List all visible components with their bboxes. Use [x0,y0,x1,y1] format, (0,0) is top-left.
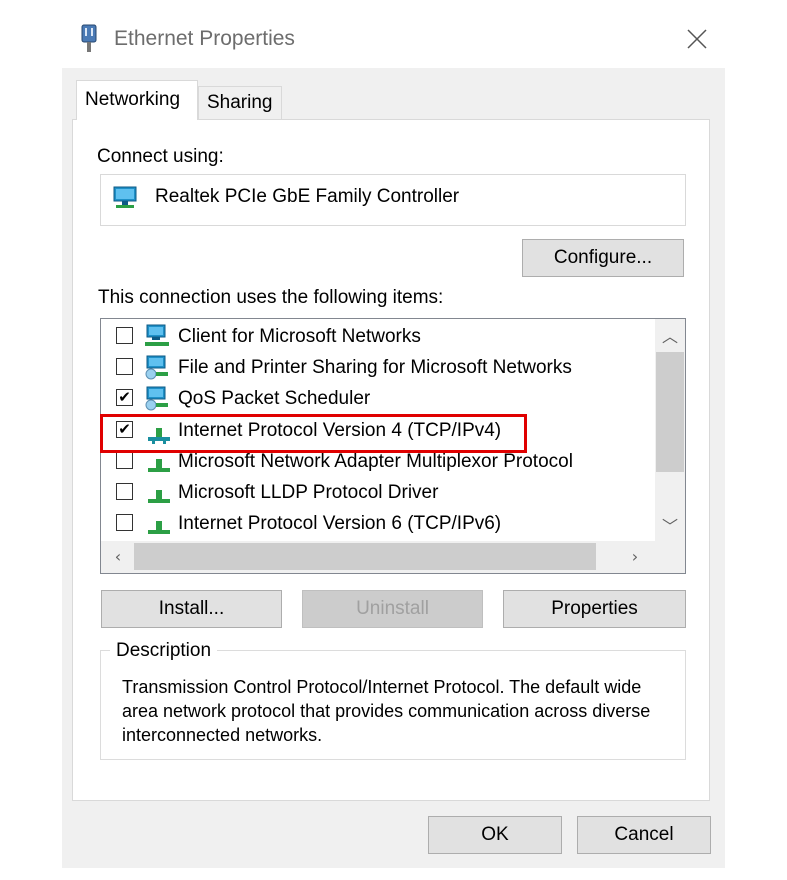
configure-button-label: Configure... [553,247,653,268]
network-plug-icon [80,24,98,54]
highlight-box [100,414,527,453]
vertical-scroll-thumb[interactable] [656,352,684,472]
network-service-icon [144,354,174,382]
protocol-icon [144,479,174,507]
close-button[interactable] [678,20,718,60]
list-item-label: Internet Protocol Version 6 (TCP/IPv6) [178,513,502,534]
uninstall-button[interactable]: Uninstall [302,590,483,628]
list-item-label: Client for Microsoft Networks [178,326,421,347]
properties-button-label: Properties [551,598,638,619]
configure-button[interactable]: Configure... [522,239,684,277]
description-legend: Description [110,640,218,662]
close-icon [687,29,707,49]
tab-networking[interactable]: Networking [76,80,198,120]
network-client-icon [144,323,174,351]
protocol-icon [144,510,174,538]
adapter-name: Realtek PCIe GbE Family Controller [155,186,460,207]
horizontal-scroll-thumb[interactable] [134,543,596,570]
checkbox[interactable] [116,327,133,344]
tab-sharing[interactable]: Sharing [198,86,282,120]
list-item-label: Microsoft LLDP Protocol Driver [178,482,439,503]
list-item-label: File and Printer Sharing for Microsoft N… [178,357,572,378]
list-item-qos-packet-scheduler[interactable]: ✔ QoS Packet Scheduler [100,384,655,415]
install-button[interactable]: Install... [101,590,282,628]
uninstall-button-label: Uninstall [356,598,429,619]
ok-button-label: OK [481,824,509,845]
list-item-ipv6[interactable]: Internet Protocol Version 6 (TCP/IPv6) [100,509,655,540]
install-button-label: Install... [158,598,225,619]
list-item-lldp-driver[interactable]: Microsoft LLDP Protocol Driver [100,478,655,509]
checkbox[interactable] [116,452,133,469]
cancel-button-label: Cancel [614,824,674,845]
ok-button[interactable]: OK [428,816,562,854]
checkbox[interactable] [116,514,133,531]
scroll-down-icon[interactable]: ﹀ [655,512,685,538]
description-text: Transmission Control Protocol/Internet P… [122,677,651,745]
window-title: Ethernet Properties [114,27,295,50]
list-item-label: QoS Packet Scheduler [178,388,371,409]
network-adapter-icon [112,184,142,212]
properties-button[interactable]: Properties [503,590,686,628]
connect-using-label: Connect using: [97,146,224,167]
list-item-client-for-microsoft-networks[interactable]: Client for Microsoft Networks [100,322,655,353]
network-service-icon [144,385,174,413]
list-item-label: Microsoft Network Adapter Multiplexor Pr… [178,451,573,472]
scroll-up-icon[interactable]: ︿ [655,322,685,348]
cancel-button[interactable]: Cancel [577,816,711,854]
checkbox[interactable]: ✔ [116,389,133,406]
scroll-right-icon[interactable]: › [620,541,650,571]
items-label: This connection uses the following items… [98,287,444,308]
checkbox[interactable] [116,483,133,500]
checkbox[interactable] [116,358,133,375]
list-item-file-and-printer-sharing[interactable]: File and Printer Sharing for Microsoft N… [100,353,655,384]
scroll-left-icon[interactable]: ‹ [103,541,133,571]
